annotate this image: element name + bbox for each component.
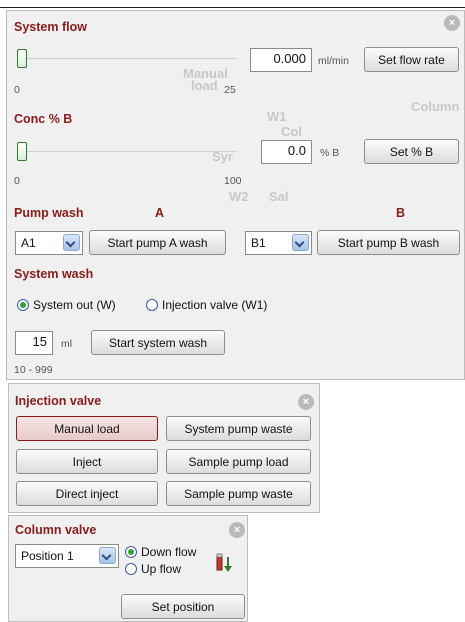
pump-b-select-value: B1 bbox=[251, 236, 266, 250]
direct-inject-button[interactable]: Direct inject bbox=[16, 481, 158, 506]
background-label: Col bbox=[281, 124, 302, 139]
manual-load-button[interactable]: Manual load bbox=[16, 416, 158, 441]
pump-a-select-value: A1 bbox=[21, 236, 36, 250]
chevron-down-icon[interactable] bbox=[99, 547, 116, 564]
conc-b-input[interactable]: 0.0 bbox=[261, 140, 312, 164]
pump-b-header: B bbox=[396, 206, 406, 220]
down-flow-radio[interactable]: Down flow bbox=[125, 545, 196, 559]
background-label: Manual bbox=[183, 66, 228, 81]
injection-valve-radio-label: Injection valve (W1) bbox=[162, 298, 268, 312]
pump-b-select[interactable]: B1 bbox=[245, 231, 312, 255]
inject-button[interactable]: Inject bbox=[16, 449, 158, 474]
set-position-button[interactable]: Set position bbox=[121, 594, 245, 619]
injection-valve-panel: Injection valve × Manual load System pum… bbox=[8, 383, 320, 513]
conc-unit: % B bbox=[320, 147, 340, 159]
conc-slider-track bbox=[19, 151, 237, 152]
injection-valve-title: Injection valve bbox=[15, 394, 102, 408]
conc-b-title: Conc % B bbox=[14, 112, 73, 126]
conc-min-label: 0 bbox=[14, 175, 20, 187]
system-pump-waste-button[interactable]: System pump waste bbox=[166, 416, 311, 441]
chevron-down-icon[interactable] bbox=[292, 234, 309, 251]
radio-selected-icon bbox=[17, 299, 29, 311]
set-percent-b-button[interactable]: Set % B bbox=[364, 139, 459, 164]
background-label: W1 bbox=[267, 109, 287, 124]
sample-pump-waste-button[interactable]: Sample pump waste bbox=[166, 481, 311, 506]
flow-direction-icon bbox=[215, 552, 233, 577]
system-out-radio-label: System out (W) bbox=[33, 298, 116, 312]
system-control-panel: Manual load W1 Col Syr W2 Sal Column × S… bbox=[6, 10, 465, 380]
start-pump-a-wash-button[interactable]: Start pump A wash bbox=[89, 230, 226, 255]
close-icon[interactable]: × bbox=[229, 522, 245, 538]
flow-slider-thumb[interactable] bbox=[17, 49, 27, 68]
background-label: W2 bbox=[229, 189, 249, 204]
up-flow-radio[interactable]: Up flow bbox=[125, 562, 181, 576]
pump-a-header: A bbox=[155, 206, 165, 220]
close-icon[interactable]: × bbox=[298, 394, 314, 410]
set-flow-rate-button[interactable]: Set flow rate bbox=[364, 47, 459, 72]
flow-slider-track bbox=[19, 58, 237, 59]
flow-min-label: 0 bbox=[14, 84, 20, 96]
background-label: load bbox=[191, 78, 218, 93]
up-flow-label: Up flow bbox=[141, 562, 182, 576]
radio-unselected-icon bbox=[125, 563, 137, 575]
close-icon[interactable]: × bbox=[444, 15, 460, 31]
column-valve-panel: Column valve × Position 1 Down flow Up f… bbox=[8, 515, 248, 622]
background-label: Sal bbox=[269, 189, 289, 204]
down-flow-label: Down flow bbox=[141, 545, 197, 559]
radio-unselected-icon bbox=[146, 299, 158, 311]
injection-valve-radio[interactable]: Injection valve (W1) bbox=[146, 298, 267, 312]
system-flow-title: System flow bbox=[14, 20, 87, 34]
conc-max-label: 100 bbox=[224, 175, 242, 187]
radio-selected-icon bbox=[125, 546, 137, 558]
wash-volume-unit: ml bbox=[61, 338, 73, 350]
start-pump-b-wash-button[interactable]: Start pump B wash bbox=[317, 230, 460, 255]
chevron-down-icon[interactable] bbox=[63, 234, 80, 251]
pump-wash-title: Pump wash bbox=[14, 206, 84, 220]
column-position-value: Position 1 bbox=[21, 549, 74, 563]
start-system-wash-button[interactable]: Start system wash bbox=[91, 330, 225, 355]
flow-unit: ml/min bbox=[318, 55, 349, 67]
pump-a-select[interactable]: A1 bbox=[15, 231, 83, 255]
wash-volume-range: 10 - 999 bbox=[14, 364, 53, 376]
top-window-edge bbox=[0, 0, 465, 8]
system-out-radio[interactable]: System out (W) bbox=[17, 298, 116, 312]
column-valve-title: Column valve bbox=[15, 523, 97, 537]
flow-max-label: 25 bbox=[224, 84, 236, 96]
flow-rate-input[interactable]: 0.000 bbox=[250, 48, 312, 72]
background-label: Column bbox=[411, 99, 460, 114]
wash-volume-input[interactable]: 15 bbox=[15, 331, 53, 355]
conc-slider-thumb[interactable] bbox=[17, 142, 27, 161]
system-wash-title: System wash bbox=[14, 267, 94, 281]
sample-pump-load-button[interactable]: Sample pump load bbox=[166, 449, 311, 474]
column-position-select[interactable]: Position 1 bbox=[15, 544, 119, 568]
